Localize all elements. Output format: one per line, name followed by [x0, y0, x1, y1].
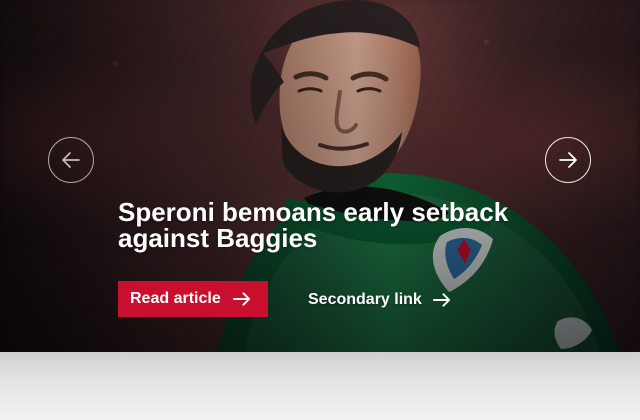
arrow-right-icon — [232, 292, 250, 306]
read-article-label: Read article — [130, 290, 221, 307]
arrow-right-icon — [432, 293, 450, 307]
arrow-right-icon — [559, 152, 577, 168]
secondary-link[interactable]: Secondary link — [308, 288, 452, 312]
secondary-link-label: Secondary link — [308, 291, 422, 308]
hero-slide: Speroni bemoans early setback against Ba… — [0, 0, 640, 352]
read-article-button[interactable]: Read article — [118, 281, 268, 317]
article-carousel-page: Speroni bemoans early setback against Ba… — [0, 0, 640, 420]
previous-slide-button[interactable] — [48, 137, 94, 183]
next-slide-button[interactable] — [545, 137, 591, 183]
article-headline: Speroni bemoans early setback against Ba… — [118, 197, 509, 253]
arrow-left-icon — [62, 152, 80, 168]
bottom-shadow-panel — [0, 352, 640, 420]
